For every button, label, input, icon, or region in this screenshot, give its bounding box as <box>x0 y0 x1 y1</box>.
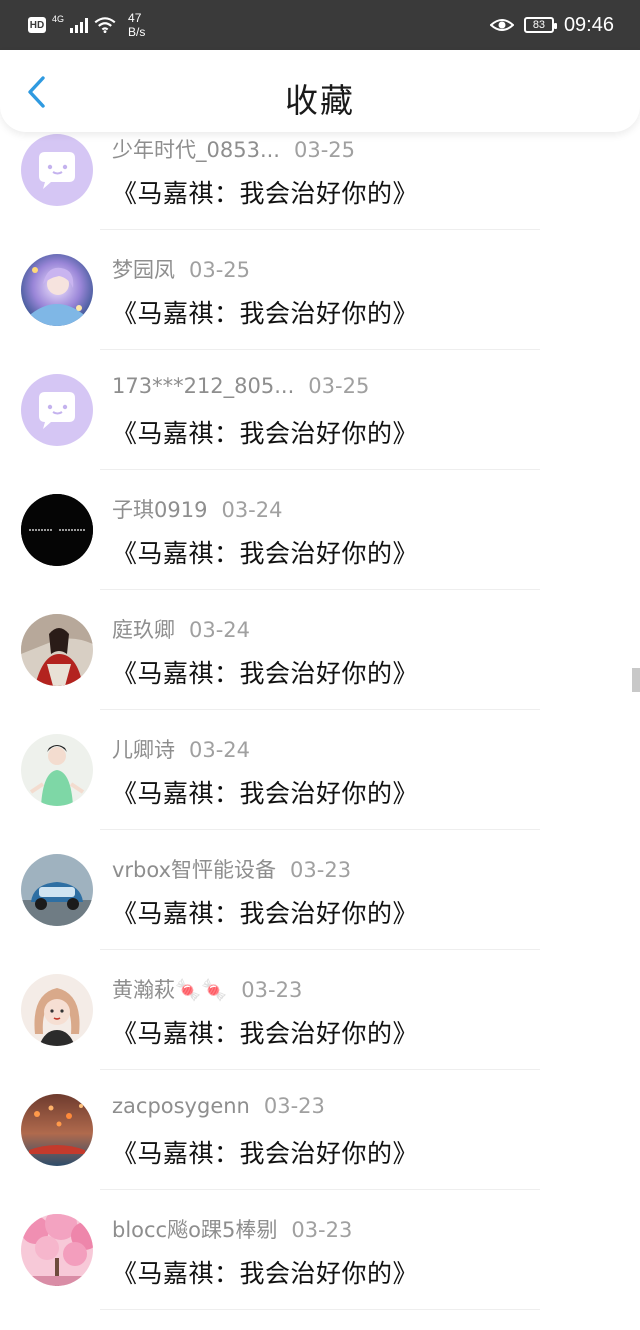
username[interactable]: 庭玖卿 <box>112 618 175 642</box>
favorite-title[interactable]: 《马嘉祺：我会治好你的》 <box>112 774 418 810</box>
username[interactable]: 梦园凤 <box>112 258 175 282</box>
status-bar: HD 4G 47 B/s 83 09:46 <box>0 0 640 50</box>
list-item[interactable]: 庭玖卿 03-24 《马嘉祺：我会治好你的》 <box>0 590 640 710</box>
date: 03-23 <box>290 858 352 882</box>
date: 03-23 <box>263 1094 325 1118</box>
speed-value: 47 <box>128 11 142 25</box>
eye-comfort-icon <box>489 19 514 31</box>
avatar[interactable] <box>21 1214 93 1286</box>
username[interactable]: 子琪0919 <box>112 498 207 522</box>
divider <box>100 1309 540 1310</box>
date: 03-25 <box>189 258 251 282</box>
blossom-photo <box>21 1214 93 1286</box>
favorite-title[interactable]: 《马嘉祺：我会治好你的》 <box>112 1134 418 1170</box>
favorite-title[interactable]: 《马嘉祺：我会治好你的》 <box>112 1014 418 1050</box>
avatar[interactable] <box>21 974 93 1046</box>
chat-bubble-icon <box>39 392 75 429</box>
network-type: 4G <box>52 13 65 24</box>
cartoon-girl-photo <box>21 974 93 1046</box>
red-robe-photo <box>21 614 93 686</box>
wifi-icon <box>94 17 116 33</box>
favorite-title[interactable]: 《马嘉祺：我会治好你的》 <box>112 174 418 210</box>
list-item[interactable]: 儿卿诗 03-24 《马嘉祺：我会治好你的》 <box>0 710 640 830</box>
avatar[interactable] <box>21 854 93 926</box>
hd-icon: HD <box>28 17 46 33</box>
avatar[interactable] <box>21 614 93 686</box>
avatar[interactable] <box>21 734 93 806</box>
favorite-title[interactable]: 《马嘉祺：我会治好你的》 <box>112 1254 418 1290</box>
list-item[interactable]: blocc飚o踝5棒剔 03-23 《马嘉祺：我会治好你的》 <box>0 1190 640 1310</box>
avatar[interactable] <box>21 494 93 566</box>
favorite-title[interactable]: 《马嘉祺：我会治好你的》 <box>112 894 418 930</box>
favorite-title[interactable]: 《马嘉祺：我会治好你的》 <box>112 294 418 330</box>
page-title: 收藏 <box>285 81 355 120</box>
battery-level: 83 <box>532 19 546 31</box>
network-speed: 47 B/s <box>128 11 145 39</box>
date: 03-24 <box>221 498 283 522</box>
list-item[interactable]: 173***212_805... 03-25 《马嘉祺：我会治好你的》 <box>0 350 640 470</box>
date: 03-24 <box>189 738 251 762</box>
anime-girl-photo <box>21 254 93 326</box>
date: 03-25 <box>308 374 370 398</box>
list-item[interactable]: vrbox智怦能设备 03-23 《马嘉祺：我会治好你的》 <box>0 830 640 950</box>
favorite-title[interactable]: 《马嘉祺：我会治好你的》 <box>112 414 418 450</box>
username[interactable]: zacposygenn <box>112 1094 250 1118</box>
list-item[interactable]: 子琪0919 03-24 《马嘉祺：我会治好你的》 <box>0 470 640 590</box>
clock: 09:46 <box>563 13 614 36</box>
scroll-indicator[interactable] <box>632 668 640 692</box>
date: 03-24 <box>189 618 251 642</box>
car-photo <box>21 854 93 926</box>
avatar[interactable] <box>21 1094 93 1166</box>
black-text-photo <box>21 494 93 566</box>
signal-icon <box>70 17 89 33</box>
speed-unit: B/s <box>128 25 146 39</box>
lanterns-photo <box>21 1094 93 1166</box>
username[interactable]: 黄瀚萩🍬🍬 <box>112 978 227 1002</box>
avatar[interactable] <box>21 254 93 326</box>
username[interactable]: 173***212_805... <box>112 374 294 398</box>
favorite-title[interactable]: 《马嘉祺：我会治好你的》 <box>112 654 418 690</box>
list-item[interactable]: zacposygenn 03-23 《马嘉祺：我会治好你的》 <box>0 1070 640 1190</box>
username[interactable]: vrbox智怦能设备 <box>112 858 276 882</box>
green-dress-photo <box>21 734 93 806</box>
list-item[interactable]: 梦园凤 03-25 《马嘉祺：我会治好你的》 <box>0 230 640 350</box>
header: 收藏 <box>0 50 640 132</box>
date: 03-23 <box>241 978 303 1002</box>
list-item[interactable]: 黄瀚萩🍬🍬 03-23 《马嘉祺：我会治好你的》 <box>0 950 640 1070</box>
favorite-title[interactable]: 《马嘉祺：我会治好你的》 <box>112 534 418 570</box>
battery-icon: 83 <box>523 17 557 33</box>
date: 03-23 <box>291 1218 353 1242</box>
username[interactable]: 儿卿诗 <box>112 738 175 762</box>
username[interactable]: blocc飚o踝5棒剔 <box>112 1218 277 1242</box>
avatar[interactable] <box>21 374 93 446</box>
